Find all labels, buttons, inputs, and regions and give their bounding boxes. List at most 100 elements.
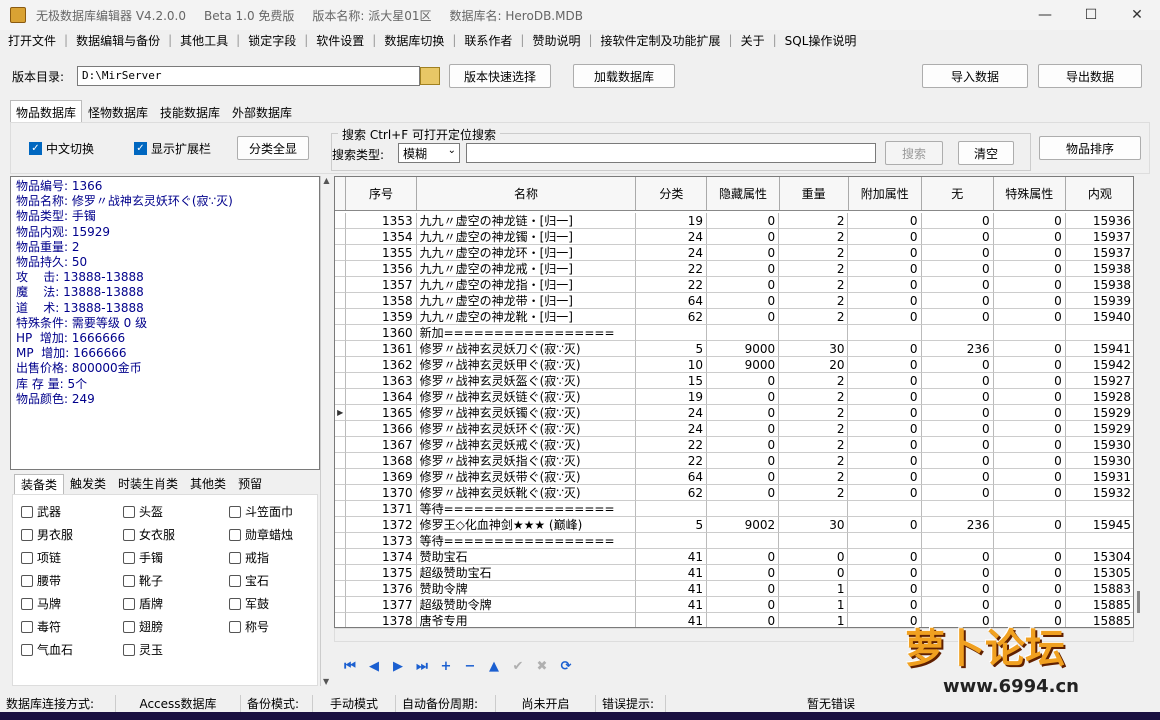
table-cell[interactable]: 41	[635, 581, 708, 597]
table-cell[interactable]: 0	[993, 245, 1066, 261]
table-cell[interactable]: 0	[848, 277, 922, 293]
table-cell[interactable]: 0	[993, 357, 1066, 373]
table-cell[interactable]: 九九〃虚空の神龙指・[归一]	[416, 277, 636, 293]
table-cell[interactable]: 1373	[346, 533, 417, 549]
table-cell[interactable]: 9002	[707, 517, 780, 533]
table-cell[interactable]: 0	[993, 469, 1066, 485]
table-cell[interactable]: 0	[707, 213, 780, 229]
grid-scrollbar[interactable]	[1134, 176, 1146, 628]
table-cell[interactable]: 0	[707, 469, 780, 485]
menu-item[interactable]: 其他工具	[172, 32, 236, 49]
table-cell[interactable]: 0	[707, 597, 780, 613]
column-header[interactable]: 隐藏属性	[707, 177, 780, 210]
table-cell[interactable]: 22	[635, 261, 708, 277]
edit-record-icon[interactable]: ▲	[484, 656, 504, 676]
table-cell[interactable]: 修罗〃战神玄灵妖环ぐ(寂∵灭)	[416, 421, 636, 437]
table-cell[interactable]	[993, 501, 1066, 517]
table-row[interactable]: 1373 等待=================	[335, 533, 1133, 549]
table-cell[interactable]: 1368	[346, 453, 417, 469]
table-cell[interactable]: 新加=================	[416, 325, 636, 341]
category-checkbox[interactable]: 称号	[229, 618, 269, 635]
table-row[interactable]: 1371 等待=================	[335, 501, 1133, 517]
table-cell[interactable]: 0	[848, 453, 922, 469]
table-cell[interactable]: 0	[707, 453, 780, 469]
table-cell[interactable]: 15936	[1065, 213, 1133, 229]
category-checkbox[interactable]: 盾牌	[123, 595, 163, 612]
table-cell[interactable]	[707, 533, 780, 549]
table-cell[interactable]: 15929	[1065, 405, 1133, 421]
table-cell[interactable]: 1367	[346, 437, 417, 453]
table-cell[interactable]: 15937	[1065, 229, 1133, 245]
table-cell[interactable]: 0	[707, 437, 780, 453]
table-cell[interactable]: 超级赞助宝石	[416, 565, 636, 581]
table-cell[interactable]: 9000	[707, 341, 780, 357]
table-cell[interactable]: 0	[993, 549, 1066, 565]
table-cell[interactable]: 0	[993, 293, 1066, 309]
item-info-pane[interactable]: 物品编号: 1366 物品名称: 修罗〃战神玄灵妖环ぐ(寂∵灭) 物品类型: 手镯物…	[10, 176, 320, 470]
category-checkbox[interactable]: 靴子	[123, 572, 163, 589]
table-row[interactable]: 1370 修罗〃战神玄灵妖靴ぐ(寂∵灭) 62 0 2 0 0 0 15932	[335, 485, 1133, 501]
prior-record-icon[interactable]: ◀	[364, 656, 384, 676]
table-cell[interactable]: 2	[779, 437, 849, 453]
table-cell[interactable]: 修罗〃战神玄灵妖链ぐ(寂∵灭)	[416, 389, 636, 405]
table-cell[interactable]: 0	[707, 613, 780, 627]
table-row[interactable]: 1359 九九〃虚空の神龙靴・[归一] 62 0 2 0 0 0 15940	[335, 309, 1133, 325]
table-cell[interactable]	[848, 325, 922, 341]
table-cell[interactable]: 41	[635, 597, 708, 613]
table-cell[interactable]: 0	[993, 261, 1066, 277]
table-cell[interactable]: 0	[848, 309, 922, 325]
chinese-toggle-checkbox[interactable]: ✓ 中文切换	[29, 140, 94, 157]
category-checkbox[interactable]: 男衣服	[21, 526, 73, 543]
delete-record-icon[interactable]: −	[460, 656, 480, 676]
table-cell[interactable]: 24	[635, 245, 708, 261]
table-cell[interactable]: 0	[848, 517, 922, 533]
table-cell[interactable]	[993, 325, 1066, 341]
table-cell[interactable]: 15305	[1065, 565, 1133, 581]
table-cell[interactable]: 等待=================	[416, 501, 636, 517]
category-tab[interactable]: 装备类	[14, 474, 65, 494]
table-row[interactable]: 1369 修罗〃战神玄灵妖带ぐ(寂∵灭) 64 0 2 0 0 0 15931	[335, 469, 1133, 485]
table-cell[interactable]: 2	[779, 261, 849, 277]
table-cell[interactable]: 0	[707, 405, 780, 421]
table-cell[interactable]: 15928	[1065, 389, 1133, 405]
table-cell[interactable]: 24	[635, 405, 708, 421]
table-cell[interactable]: 0	[921, 309, 994, 325]
table-cell[interactable]: 0	[848, 357, 922, 373]
table-cell[interactable]: 2	[779, 453, 849, 469]
table-cell[interactable]: 15883	[1065, 581, 1133, 597]
table-cell[interactable]: 1357	[346, 277, 417, 293]
table-cell[interactable]: 0	[993, 277, 1066, 293]
table-cell[interactable]: 九九〃虚空の神龙镯・[归一]	[416, 229, 636, 245]
table-cell[interactable]: 0	[707, 485, 780, 501]
table-cell[interactable]: 九九〃虚空の神龙戒・[归一]	[416, 261, 636, 277]
column-header[interactable]: 序号	[346, 177, 417, 210]
cancel-edit-icon[interactable]: ✖	[532, 656, 552, 676]
table-cell[interactable]: 2	[779, 405, 849, 421]
table-cell[interactable]: 0	[848, 373, 922, 389]
table-cell[interactable]: 20	[779, 357, 849, 373]
table-cell[interactable]: 64	[635, 293, 708, 309]
table-cell[interactable]: 15938	[1065, 261, 1133, 277]
table-cell[interactable]: 赞助宝石	[416, 549, 636, 565]
table-cell[interactable]: 修罗〃战神玄灵妖带ぐ(寂∵灭)	[416, 469, 636, 485]
table-cell[interactable]: 15930	[1065, 437, 1133, 453]
category-tab[interactable]: 时装生肖类	[112, 474, 184, 494]
table-cell[interactable]: 1372	[346, 517, 417, 533]
table-cell[interactable]: 0	[921, 565, 994, 581]
table-cell[interactable]: 0	[993, 453, 1066, 469]
table-cell[interactable]: 15	[635, 373, 708, 389]
table-cell[interactable]	[779, 325, 849, 341]
category-checkbox[interactable]: 翅膀	[123, 618, 163, 635]
table-cell[interactable]: 0	[993, 229, 1066, 245]
table-cell[interactable]: 0	[921, 469, 994, 485]
table-cell[interactable]: 赞助令牌	[416, 581, 636, 597]
export-button[interactable]: 导出数据	[1038, 64, 1142, 88]
table-cell[interactable]: 唐爷专用	[417, 613, 636, 627]
last-record-icon[interactable]: ⏭	[412, 656, 432, 676]
table-cell[interactable]: 2	[779, 469, 849, 485]
table-cell[interactable]: 0	[848, 389, 922, 405]
table-cell[interactable]: 5	[635, 341, 708, 357]
table-row[interactable]: 1355 九九〃虚空の神龙环・[归一] 24 0 2 0 0 0 15937	[335, 245, 1133, 261]
table-cell[interactable]: 0	[848, 597, 922, 613]
table-cell[interactable]	[779, 533, 849, 549]
